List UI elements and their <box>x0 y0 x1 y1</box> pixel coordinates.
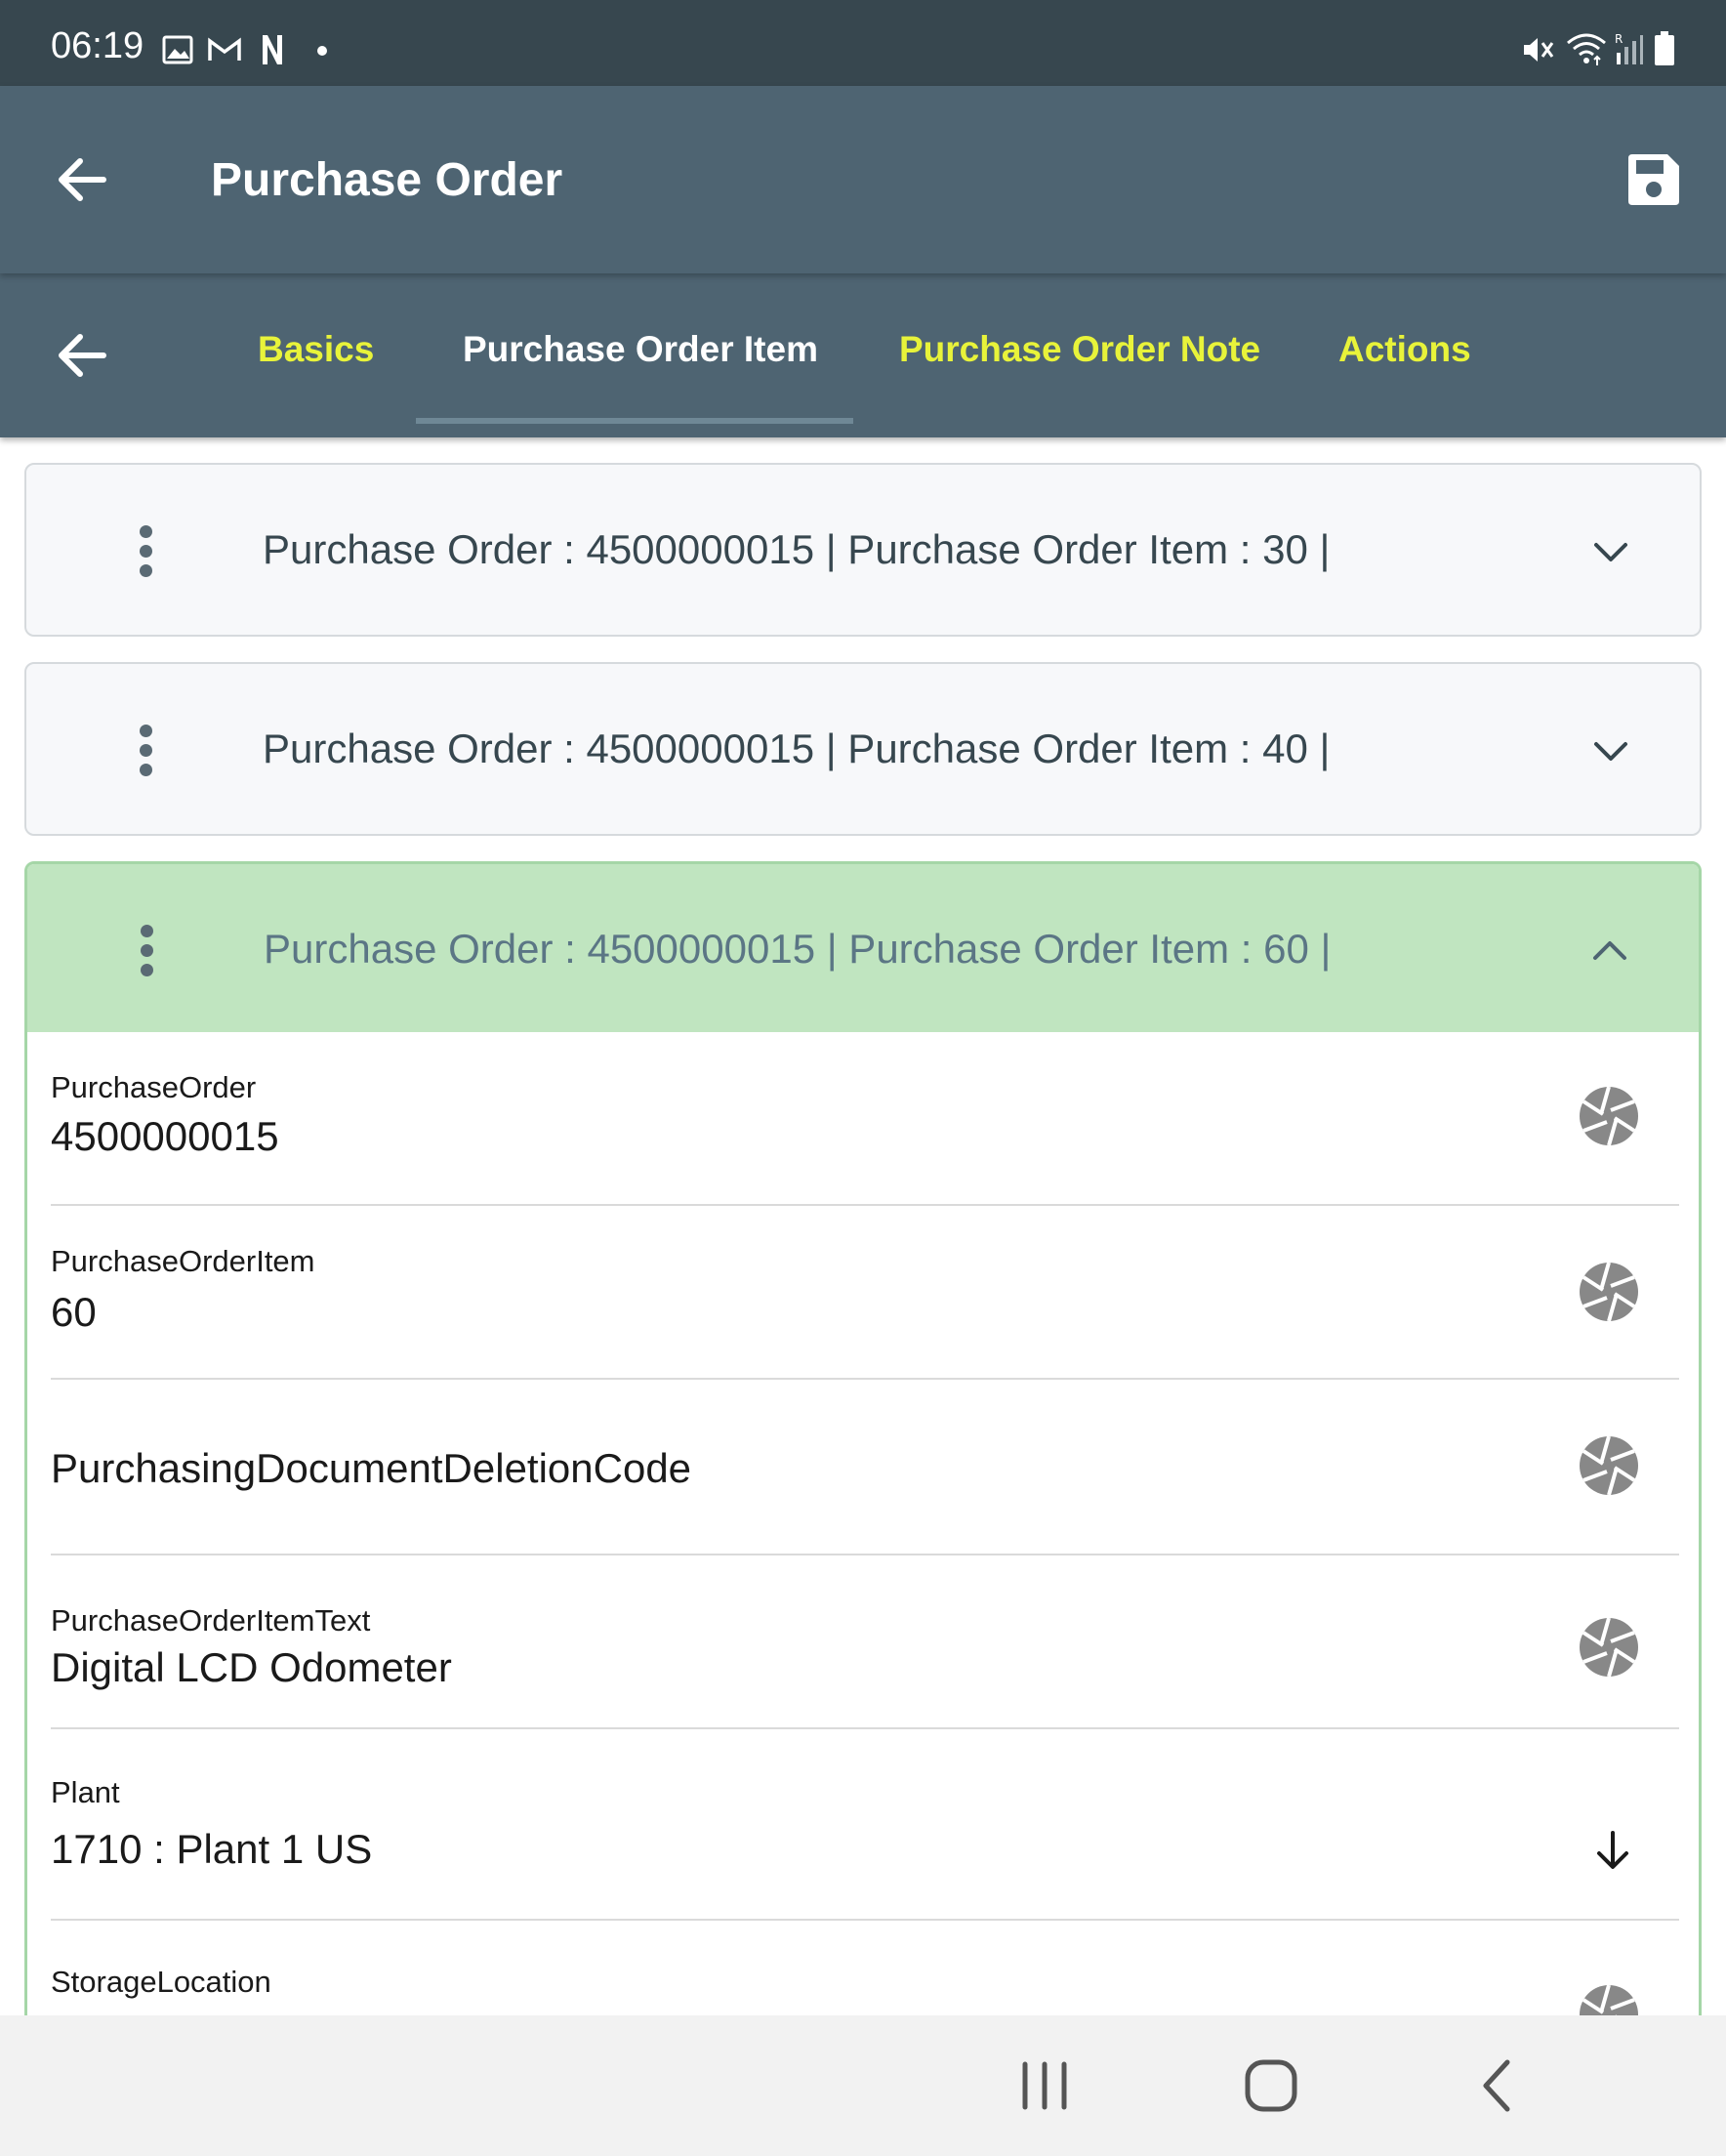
field-value: 171A <box>51 2007 146 2015</box>
svg-text:R: R <box>1615 32 1623 46</box>
field-value: Digital LCD Odometer <box>51 1644 452 1690</box>
field-label: PurchaseOrderItemText <box>51 1603 371 1638</box>
arrow-left-icon[interactable] <box>51 148 113 211</box>
expanded-item-header[interactable]: Purchase Order : 4500000015 | Purchase O… <box>27 864 1699 1032</box>
field-placeholder: PurchasingDocumentDeletionCode <box>51 1445 692 1491</box>
signal-icon: R <box>1615 32 1643 64</box>
wifi-icon <box>1567 33 1606 65</box>
tab-purchase-order-note[interactable]: Purchase Order Note <box>899 328 1260 371</box>
field-purchase-order-item-text[interactable]: PurchaseOrderItemText Digital LCD Odomet… <box>51 1555 1679 1729</box>
aperture-icon[interactable] <box>1578 1085 1640 1147</box>
aperture-icon[interactable] <box>1578 1616 1640 1679</box>
arrow-left-icon[interactable] <box>51 324 113 387</box>
mute-icon <box>1524 38 1554 62</box>
more-vert-icon[interactable] <box>134 525 157 578</box>
active-tab-indicator <box>416 418 853 424</box>
field-label: StorageLocation <box>51 1965 271 1999</box>
status-bar: 06:19 R <box>0 0 1726 86</box>
list-item-expanded: Purchase Order : 4500000015 | Purchase O… <box>24 861 1702 2015</box>
battery-icon <box>1655 31 1674 65</box>
tab-actions[interactable]: Actions <box>1338 328 1471 371</box>
field-label: PurchaseOrderItem <box>51 1244 315 1278</box>
tab-bar: Basics Purchase Order Item Purchase Orde… <box>0 273 1726 437</box>
page-title: Purchase Order <box>211 154 563 206</box>
field-storage-location[interactable]: StorageLocation 171A <box>51 1921 1679 2015</box>
app-bar: Purchase Order <box>0 86 1726 273</box>
list-item[interactable]: Purchase Order : 4500000015 | Purchase O… <box>24 463 1702 637</box>
item-title: Purchase Order : 4500000015 | Purchase O… <box>264 926 1332 972</box>
field-purchase-order[interactable]: PurchaseOrder 4500000015 <box>51 1032 1679 1206</box>
field-plant[interactable]: Plant 1710 : Plant 1 US <box>51 1729 1679 1921</box>
recent-apps-icon[interactable] <box>1013 2054 1076 2117</box>
aperture-icon[interactable] <box>1578 1261 1640 1323</box>
field-value: 1710 : Plant 1 US <box>51 1826 373 1872</box>
field-purchase-order-item[interactable]: PurchaseOrderItem 60 <box>51 1206 1679 1380</box>
save-icon[interactable] <box>1623 148 1685 211</box>
field-purchasing-document-deletion-code[interactable]: PurchasingDocumentDeletionCode <box>51 1380 1679 1555</box>
image-icon <box>162 35 193 64</box>
aperture-icon[interactable] <box>1578 1434 1640 1497</box>
arrow-down-icon[interactable] <box>1589 1827 1636 1874</box>
tab-purchase-order-item[interactable]: Purchase Order Item <box>463 328 818 371</box>
field-label: Plant <box>51 1775 120 1809</box>
item-title: Purchase Order : 4500000015 | Purchase O… <box>263 526 1331 572</box>
field-label: PurchaseOrder <box>51 1070 257 1104</box>
gmail-icon <box>208 37 241 61</box>
chevron-down-icon[interactable] <box>1590 730 1631 771</box>
navigation-bar <box>0 2015 1726 2156</box>
more-vert-icon[interactable] <box>134 725 157 777</box>
screen: 06:19 R Purchase Order Basics Purchase O… <box>0 0 1726 2156</box>
aperture-icon[interactable] <box>1578 1983 1640 2015</box>
home-icon[interactable] <box>1240 2054 1302 2117</box>
status-time: 06:19 <box>51 25 144 66</box>
dot-icon <box>317 46 327 56</box>
field-value: 4500000015 <box>51 1113 279 1159</box>
chevron-up-icon[interactable] <box>1589 931 1630 972</box>
item-list: Purchase Order : 4500000015 | Purchase O… <box>0 437 1726 2015</box>
field-value: 60 <box>51 1289 97 1335</box>
more-vert-icon[interactable] <box>135 925 158 977</box>
item-title: Purchase Order : 4500000015 | Purchase O… <box>263 726 1331 771</box>
back-icon[interactable] <box>1468 2054 1531 2117</box>
chevron-down-icon[interactable] <box>1590 531 1631 572</box>
list-item[interactable]: Purchase Order : 4500000015 | Purchase O… <box>24 662 1702 836</box>
tab-basics[interactable]: Basics <box>258 328 374 371</box>
n-app-icon <box>263 35 282 64</box>
